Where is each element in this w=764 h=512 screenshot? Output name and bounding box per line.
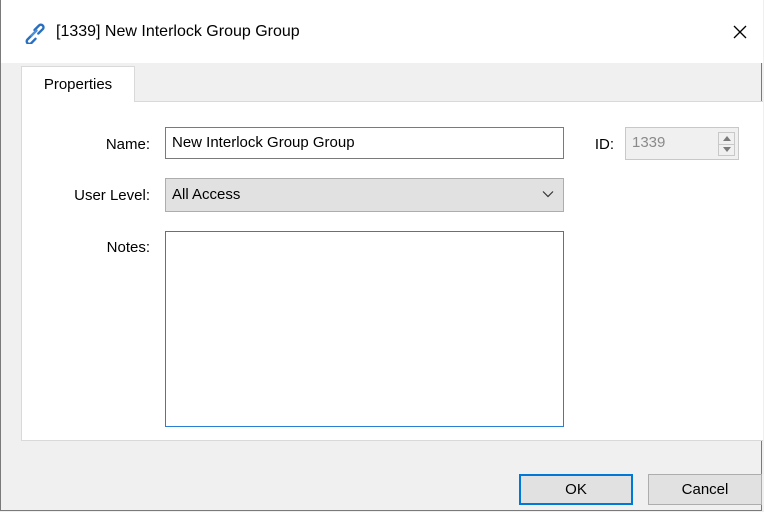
ok-button-label: OK xyxy=(565,481,587,498)
cancel-button-label: Cancel xyxy=(681,481,729,498)
name-input[interactable]: New Interlock Group Group xyxy=(165,127,564,159)
ok-button[interactable]: OK xyxy=(519,474,633,505)
id-label: ID: xyxy=(594,136,614,153)
user-level-value: All Access xyxy=(172,186,241,203)
close-button[interactable] xyxy=(717,10,763,54)
user-level-select[interactable]: All Access xyxy=(165,178,564,212)
tab-properties[interactable]: Properties xyxy=(21,66,135,102)
user-level-label: User Level: xyxy=(74,187,150,204)
id-spinner xyxy=(718,132,735,156)
notes-textarea[interactable] xyxy=(165,231,564,427)
tab-properties-label: Properties xyxy=(43,76,113,93)
dialog-window: [1339] New Interlock Group Group Propert… xyxy=(0,0,763,511)
close-icon xyxy=(733,25,747,39)
link-icon xyxy=(23,22,45,46)
arrow-down-icon xyxy=(722,147,731,152)
id-field: 1339 xyxy=(625,127,739,160)
spin-down-button xyxy=(719,144,734,155)
notes-label: Notes: xyxy=(106,239,150,256)
name-label: Name: xyxy=(105,136,150,153)
window-title: [1339] New Interlock Group Group xyxy=(56,23,300,40)
title-bar: [1339] New Interlock Group Group xyxy=(1,0,763,63)
cancel-button[interactable]: Cancel xyxy=(648,474,762,505)
id-value: 1339 xyxy=(632,134,666,151)
chevron-down-icon xyxy=(542,191,554,198)
arrow-up-icon xyxy=(722,136,731,141)
